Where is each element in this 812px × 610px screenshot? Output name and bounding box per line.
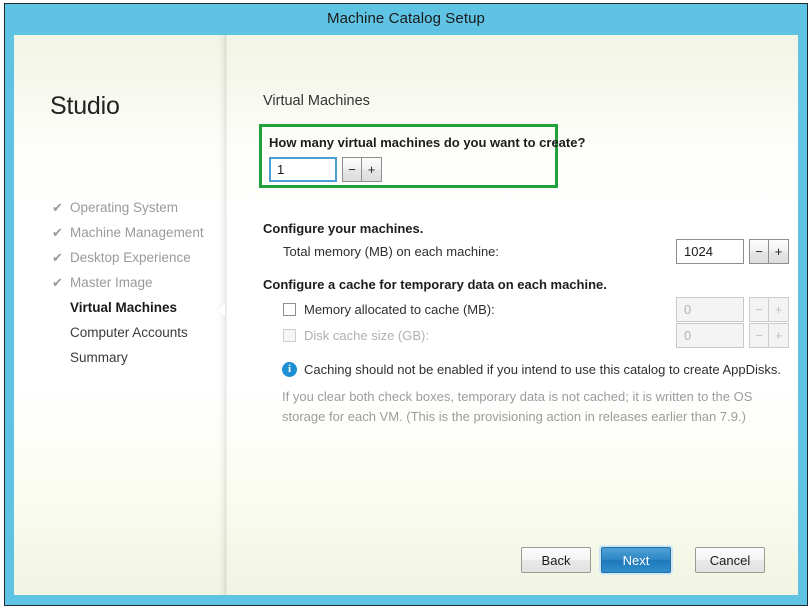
total-memory-decrement-button[interactable]: − (749, 239, 769, 264)
total-memory-label: Total memory (MB) on each machine: (283, 244, 500, 259)
total-memory-increment-button[interactable]: + (769, 239, 789, 264)
memory-cache-input (676, 297, 744, 322)
disk-cache-decrement-button: − (749, 323, 769, 348)
sidebar-item-desktop-experience[interactable]: ✔ Desktop Experience (52, 245, 217, 270)
sidebar-item-master-image[interactable]: ✔ Master Image (52, 270, 217, 295)
sidebar-item-label: Virtual Machines (70, 300, 178, 315)
memory-cache-increment-button: + (769, 297, 789, 322)
page-title: Virtual Machines (263, 93, 370, 109)
check-icon: ✔ (52, 225, 63, 240)
window-title: Machine Catalog Setup (326, 10, 486, 27)
vm-count-increment-button[interactable]: + (362, 157, 382, 182)
cache-heading: Configure a cache for temporary data on … (263, 277, 607, 292)
sidebar-item-computer-accounts[interactable]: Computer Accounts (52, 320, 217, 345)
wizard-sidebar: Studio ✔ Operating System ✔ Machine Mana… (14, 35, 219, 595)
memory-cache-label: Memory allocated to cache (MB): (304, 302, 495, 317)
current-step-pointer-icon (217, 303, 225, 317)
info-icon: i (282, 362, 297, 377)
check-icon: ✔ (52, 200, 63, 215)
check-icon: ✔ (52, 250, 63, 265)
cancel-button[interactable]: Cancel (695, 547, 765, 573)
sidebar-item-machine-management[interactable]: ✔ Machine Management (52, 220, 217, 245)
sidebar-item-label: Operating System (70, 200, 179, 215)
wizard-content: Virtual Machines How many virtual machin… (227, 35, 798, 595)
memory-cache-stepper: − + (676, 297, 789, 322)
vm-count-input[interactable] (269, 157, 337, 182)
sidebar-item-label: Master Image (70, 275, 153, 290)
sidebar-item-label: Desktop Experience (70, 250, 191, 265)
configure-machines-heading: Configure your machines. (263, 221, 424, 236)
vm-count-stepper[interactable]: − + (269, 157, 382, 182)
disk-cache-stepper: − + (676, 323, 789, 348)
caching-note-text: If you clear both check boxes, temporary… (282, 389, 753, 424)
sidebar-item-label: Computer Accounts (70, 325, 188, 340)
caching-info-message: Caching should not be enabled if you int… (304, 362, 781, 377)
disk-cache-label: Disk cache size (GB): (304, 328, 429, 343)
wizard-steps-nav: ✔ Operating System ✔ Machine Management … (52, 195, 217, 370)
vm-count-question-label: How many virtual machines do you want to… (269, 135, 586, 150)
check-icon: ✔ (52, 275, 63, 290)
machine-catalog-setup-window: Machine Catalog Setup Studio ✔ Operating… (4, 3, 808, 606)
disk-cache-input (676, 323, 744, 348)
next-button[interactable]: Next (601, 547, 671, 573)
memory-cache-stepper-buttons: − + (749, 297, 789, 322)
sidebar-item-summary[interactable]: Summary (52, 345, 217, 370)
vm-count-decrement-button[interactable]: − (342, 157, 362, 182)
sidebar-item-virtual-machines[interactable]: Virtual Machines (52, 295, 217, 320)
studio-brand: Studio (50, 92, 120, 120)
title-bar: Machine Catalog Setup (5, 4, 807, 35)
total-memory-stepper-buttons: − + (749, 239, 789, 264)
total-memory-stepper[interactable]: − + (676, 239, 789, 264)
back-button[interactable]: Back (521, 547, 591, 573)
disk-cache-increment-button: + (769, 323, 789, 348)
sidebar-item-operating-system[interactable]: ✔ Operating System (52, 195, 217, 220)
disk-cache-stepper-buttons: − + (749, 323, 789, 348)
sidebar-item-label: Summary (70, 350, 128, 365)
disk-cache-checkbox (283, 329, 296, 342)
sidebar-item-label: Machine Management (70, 225, 204, 240)
vm-count-stepper-buttons: − + (342, 157, 382, 182)
memory-cache-checkbox[interactable] (283, 303, 296, 316)
memory-cache-decrement-button: − (749, 297, 769, 322)
total-memory-input[interactable] (676, 239, 744, 264)
wizard-page: Studio ✔ Operating System ✔ Machine Mana… (14, 35, 798, 595)
